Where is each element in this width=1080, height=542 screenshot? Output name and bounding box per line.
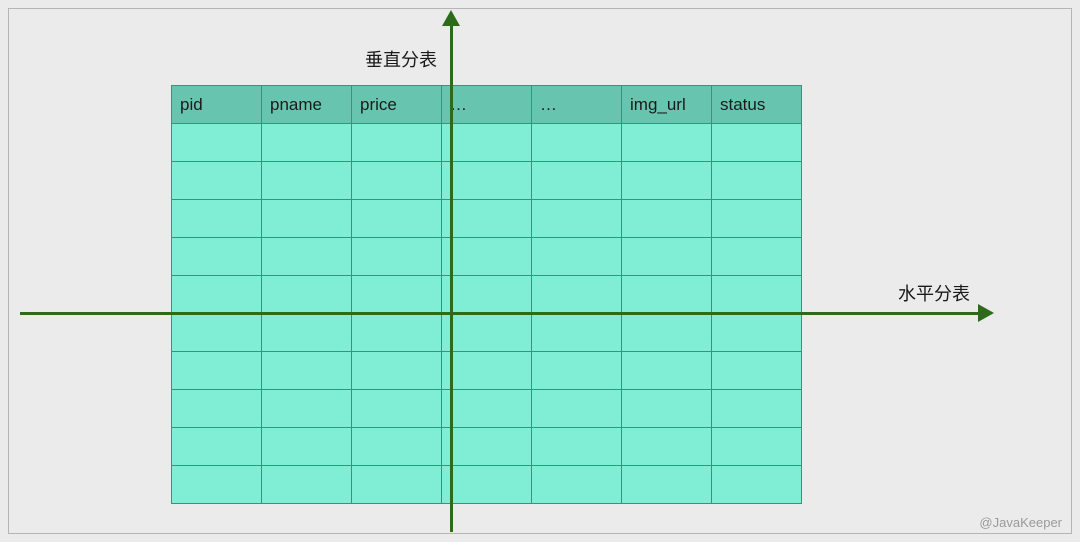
table-cell	[262, 390, 352, 428]
table-cell	[532, 238, 622, 276]
table-cell	[712, 124, 802, 162]
table-cell	[352, 314, 442, 352]
table-cell	[442, 428, 532, 466]
table-cell	[622, 276, 712, 314]
vertical-axis-line	[450, 20, 453, 532]
table-cell	[172, 124, 262, 162]
table-cell	[622, 390, 712, 428]
table-row	[172, 124, 802, 162]
table-cell	[262, 124, 352, 162]
table-header-cell: pname	[262, 86, 352, 124]
table-cell	[172, 276, 262, 314]
table-cell	[172, 428, 262, 466]
table-cell	[262, 352, 352, 390]
table-cell	[712, 200, 802, 238]
horizontal-axis-arrow-right-icon	[978, 304, 994, 322]
horizontal-axis-line	[20, 312, 980, 315]
table-cell	[442, 466, 532, 504]
table-cell	[622, 466, 712, 504]
table-cell	[172, 200, 262, 238]
table-cell	[532, 124, 622, 162]
table-row	[172, 200, 802, 238]
table-cell	[262, 428, 352, 466]
table-row	[172, 238, 802, 276]
table-cell	[262, 466, 352, 504]
table-header-cell: img_url	[622, 86, 712, 124]
table-cell	[352, 276, 442, 314]
table-cell	[442, 238, 532, 276]
horizontal-axis-label: 水平分表	[898, 280, 970, 306]
table-cell	[262, 162, 352, 200]
table-cell	[532, 390, 622, 428]
table-cell	[352, 124, 442, 162]
table-cell	[712, 314, 802, 352]
table-header-cell: price	[352, 86, 442, 124]
table-cell	[622, 124, 712, 162]
table-cell	[172, 162, 262, 200]
table-cell	[532, 352, 622, 390]
watermark-text: @JavaKeeper	[979, 515, 1062, 530]
table-cell	[442, 200, 532, 238]
vertical-axis-label: 垂直分表	[365, 46, 437, 72]
table-cell	[172, 390, 262, 428]
table-cell	[532, 276, 622, 314]
table-row	[172, 276, 802, 314]
table-cell	[352, 200, 442, 238]
table-cell	[712, 466, 802, 504]
table-cell	[442, 124, 532, 162]
table-header-cell: …	[532, 86, 622, 124]
table-cell	[172, 238, 262, 276]
table-cell	[532, 314, 622, 352]
product-table: pidpnameprice……img_urlstatus	[171, 85, 802, 504]
table-cell	[172, 466, 262, 504]
table-cell	[442, 390, 532, 428]
table-cell	[622, 314, 712, 352]
table-cell	[532, 428, 622, 466]
table-cell	[622, 428, 712, 466]
table-header-row: pidpnameprice……img_urlstatus	[172, 86, 802, 124]
vertical-axis-arrow-up-icon	[442, 10, 460, 26]
table-cell	[442, 352, 532, 390]
table-cell	[262, 276, 352, 314]
table-cell	[172, 314, 262, 352]
table-cell	[622, 352, 712, 390]
table-cell	[622, 200, 712, 238]
table-row	[172, 428, 802, 466]
table-header-cell: …	[442, 86, 532, 124]
table-cell	[532, 162, 622, 200]
table-header-cell: status	[712, 86, 802, 124]
table-row	[172, 162, 802, 200]
table-cell	[712, 162, 802, 200]
table-cell	[532, 200, 622, 238]
table-cell	[442, 314, 532, 352]
table-row	[172, 352, 802, 390]
table-cell	[532, 466, 622, 504]
table-cell	[442, 162, 532, 200]
table-cell	[172, 352, 262, 390]
table-cell	[262, 238, 352, 276]
table-row	[172, 314, 802, 352]
table-row	[172, 466, 802, 504]
table-cell	[352, 162, 442, 200]
table-cell	[352, 352, 442, 390]
table-cell	[712, 352, 802, 390]
table-cell	[712, 238, 802, 276]
table-cell	[622, 162, 712, 200]
table-header-cell: pid	[172, 86, 262, 124]
table-cell	[712, 428, 802, 466]
table-cell	[352, 238, 442, 276]
table-cell	[712, 390, 802, 428]
table-cell	[352, 428, 442, 466]
table-cell	[622, 238, 712, 276]
table-cell	[352, 390, 442, 428]
table-cell	[712, 276, 802, 314]
table-row	[172, 390, 802, 428]
table-cell	[262, 200, 352, 238]
table-cell	[442, 276, 532, 314]
table-cell	[262, 314, 352, 352]
table-cell	[352, 466, 442, 504]
